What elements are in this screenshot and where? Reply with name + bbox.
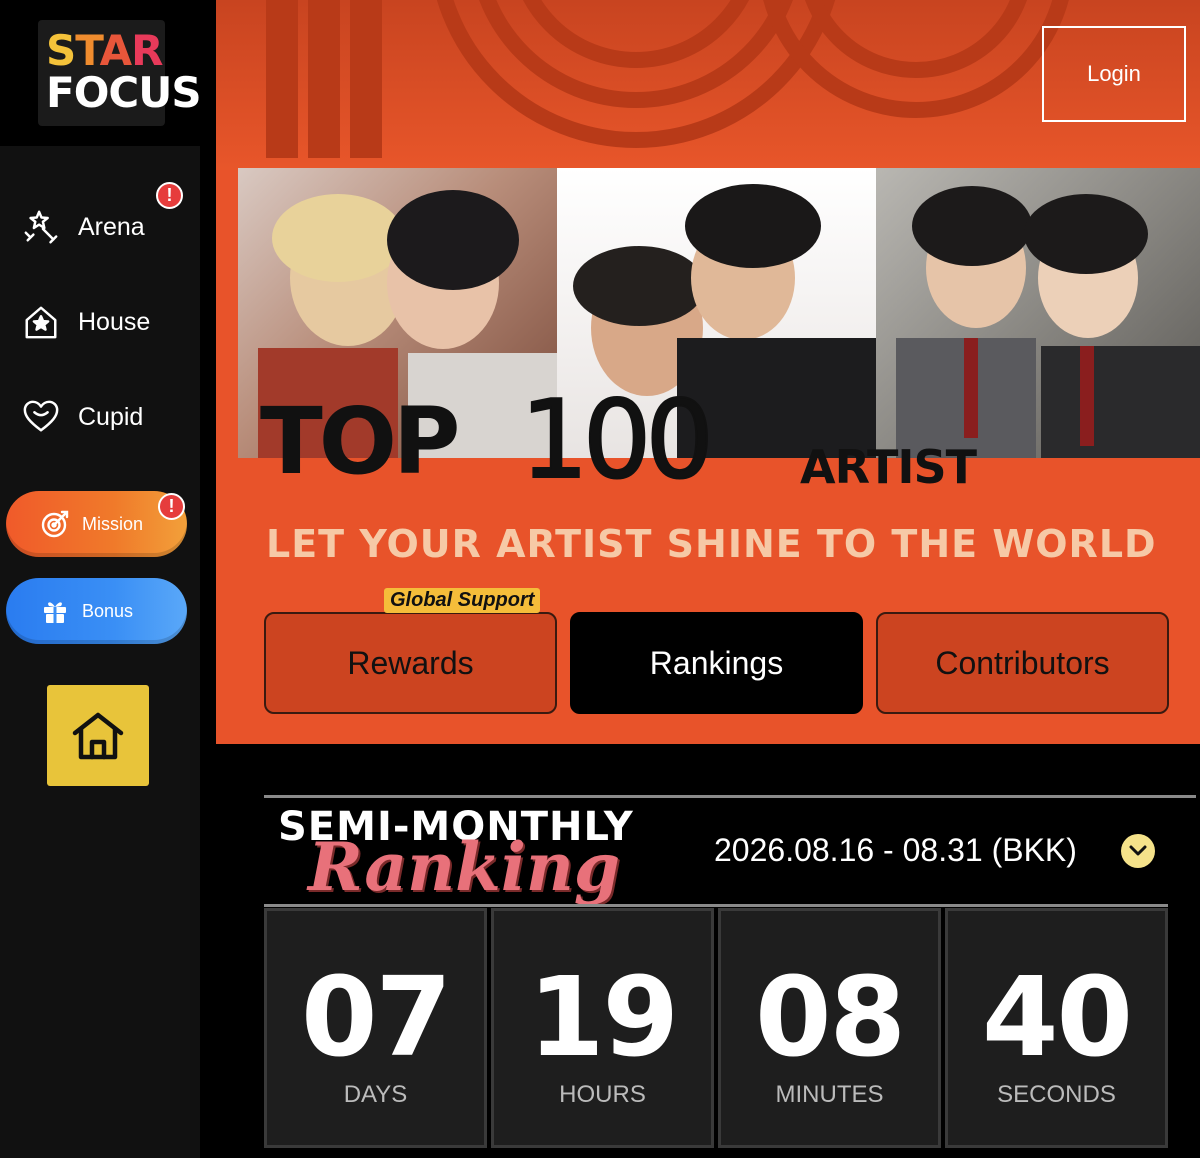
logo-line-1: STAR — [46, 26, 164, 75]
artist-photo-3-figures — [896, 186, 1200, 458]
countdown-unit: SECONDS — [997, 1081, 1116, 1108]
login-button[interactable]: Login — [1042, 26, 1186, 122]
date-range: 2026.08.16 - 08.31 (BKK) — [714, 832, 1077, 868]
countdown-timer: 07 DAYS 19 HOURS 08 MINUTES 40 SECONDS — [264, 908, 1168, 1148]
sidebar-item-label: Cupid — [78, 402, 144, 431]
arena-alert-badge: ! — [156, 182, 183, 209]
countdown-value: 40 — [981, 953, 1133, 1081]
arena-icon — [24, 210, 58, 244]
countdown-unit: DAYS — [343, 1081, 408, 1108]
logo-area: STAR FOCUS — [0, 0, 202, 146]
countdown-value: 07 — [300, 953, 452, 1081]
top-number: 100 — [519, 377, 715, 504]
ranking-script-heading: Ranking — [308, 828, 621, 906]
countdown-unit: HOURS — [559, 1081, 646, 1108]
top100-banner: Login TOP 100 ARTIST LET YOUR ARTIST SHI… — [216, 0, 1200, 744]
artist-photo-3 — [876, 168, 1200, 458]
countdown-value: 19 — [527, 953, 679, 1081]
top-title: TOP — [260, 388, 460, 495]
cupid-heart-icon — [23, 400, 59, 432]
top-artist-label: ARTIST — [800, 440, 977, 494]
global-support-badge: Global Support — [384, 588, 541, 613]
tab-rankings[interactable]: Rankings — [570, 612, 863, 714]
gift-icon — [44, 602, 66, 623]
divider — [264, 904, 1168, 907]
date-dropdown-toggle[interactable] — [1121, 834, 1155, 868]
sidebar-item-arena[interactable]: Arena ! — [0, 182, 200, 272]
countdown-seconds: 40 SECONDS — [945, 908, 1168, 1148]
sidebar-item-label: House — [78, 307, 151, 336]
sidebar-item-cupid[interactable]: Cupid — [0, 372, 200, 462]
chevron-down-icon — [1129, 845, 1147, 856]
tab-contributors[interactable]: Contributors — [876, 612, 1169, 714]
bonus-button[interactable]: Bonus — [6, 578, 187, 644]
home-button[interactable] — [47, 685, 149, 786]
sidebar-item-house[interactable]: House — [0, 277, 200, 367]
star-focus-logo[interactable]: STAR FOCUS — [38, 20, 202, 126]
mission-alert-badge: ! — [158, 493, 185, 520]
bonus-label: Bonus — [82, 600, 134, 621]
tab-rewards[interactable]: Rewards — [264, 612, 557, 714]
sidebar-item-label: Arena — [78, 212, 145, 241]
countdown-hours: 19 HOURS — [491, 908, 714, 1148]
divider — [264, 795, 1196, 798]
countdown-days: 07 DAYS — [264, 908, 487, 1148]
logo-line-2: FOCUS — [46, 68, 202, 117]
sidebar: STAR FOCUS Arena ! House Cupid Mission !… — [0, 0, 216, 1158]
mission-label: Mission — [82, 513, 144, 534]
house-icon — [25, 306, 57, 339]
countdown-unit: MINUTES — [775, 1081, 884, 1108]
ranking-section: SEMI-MONTHLY Ranking 2026.08.16 - 08.31 … — [216, 744, 1200, 1158]
home-icon — [72, 712, 124, 759]
countdown-value: 08 — [754, 953, 906, 1081]
countdown-minutes: 08 MINUTES — [718, 908, 941, 1148]
target-icon — [41, 510, 69, 538]
banner-tagline: LET YOUR ARTIST SHINE TO THE WORLD — [266, 522, 1157, 566]
